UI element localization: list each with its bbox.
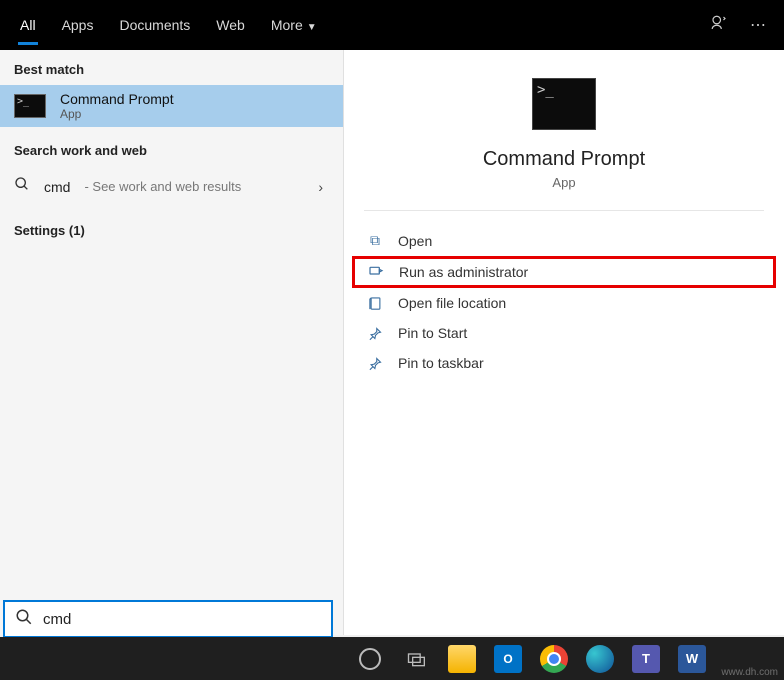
result-title: Command Prompt xyxy=(60,91,174,107)
search-box[interactable] xyxy=(3,600,333,638)
action-list: ⧉ Open Run as administrator Open file lo… xyxy=(344,211,784,392)
search-results-panel: All Apps Documents Web More▼ ⋯ Best matc… xyxy=(0,0,784,635)
open-icon: ⧉ xyxy=(366,232,384,249)
tab-more[interactable]: More▼ xyxy=(259,3,329,47)
chevron-right-icon: › xyxy=(318,179,329,195)
cortana-icon[interactable] xyxy=(350,639,390,679)
taskbar-file-explorer[interactable] xyxy=(442,639,482,679)
watermark: www.dh.com xyxy=(721,667,778,678)
web-search-result[interactable]: cmd - See work and web results › xyxy=(0,166,343,207)
results-list: Best match Command Prompt App Search wor… xyxy=(0,50,344,635)
action-open[interactable]: ⧉ Open xyxy=(352,225,776,256)
result-preview-pane: Command Prompt App ⧉ Open Run as adminis… xyxy=(344,50,784,635)
best-match-result[interactable]: Command Prompt App xyxy=(0,85,343,127)
search-filter-tabs: All Apps Documents Web More▼ ⋯ xyxy=(0,0,784,50)
preview-subtitle: App xyxy=(552,175,575,190)
taskbar-outlook[interactable]: O xyxy=(488,639,528,679)
taskbar-word[interactable]: W xyxy=(672,639,712,679)
tab-apps[interactable]: Apps xyxy=(50,3,106,47)
action-run-as-administrator[interactable]: Run as administrator xyxy=(352,256,776,288)
more-options-icon[interactable]: ⋯ xyxy=(740,15,776,35)
taskbar-teams[interactable]: T xyxy=(626,639,666,679)
taskbar-edge[interactable] xyxy=(580,639,620,679)
search-work-web-header: Search work and web xyxy=(0,127,343,166)
command-prompt-icon xyxy=(14,94,46,118)
task-view-icon[interactable] xyxy=(396,639,436,679)
admin-shield-icon xyxy=(367,264,385,280)
result-subtitle: App xyxy=(60,107,174,121)
settings-header[interactable]: Settings (1) xyxy=(0,207,343,246)
tab-documents[interactable]: Documents xyxy=(107,3,202,47)
tab-all[interactable]: All xyxy=(8,3,48,47)
chevron-down-icon: ▼ xyxy=(307,22,317,33)
pin-icon xyxy=(366,356,384,371)
taskbar-chrome[interactable] xyxy=(534,639,574,679)
action-pin-to-start[interactable]: Pin to Start xyxy=(352,318,776,348)
best-match-header: Best match xyxy=(0,50,343,85)
folder-icon xyxy=(366,296,384,311)
tab-web[interactable]: Web xyxy=(204,3,257,47)
preview-header: Command Prompt App xyxy=(364,50,764,211)
pin-icon xyxy=(366,326,384,341)
preview-title: Command Prompt xyxy=(483,148,645,171)
search-icon xyxy=(14,176,30,197)
search-input[interactable] xyxy=(43,611,321,628)
action-pin-to-taskbar[interactable]: Pin to taskbar xyxy=(352,348,776,378)
taskbar: O T W xyxy=(0,637,784,680)
search-icon xyxy=(15,608,33,631)
feedback-icon[interactable] xyxy=(700,14,738,37)
web-query: cmd xyxy=(44,179,70,195)
command-prompt-icon xyxy=(532,78,596,130)
web-hint: - See work and web results xyxy=(84,179,241,194)
action-open-file-location[interactable]: Open file location xyxy=(352,288,776,318)
